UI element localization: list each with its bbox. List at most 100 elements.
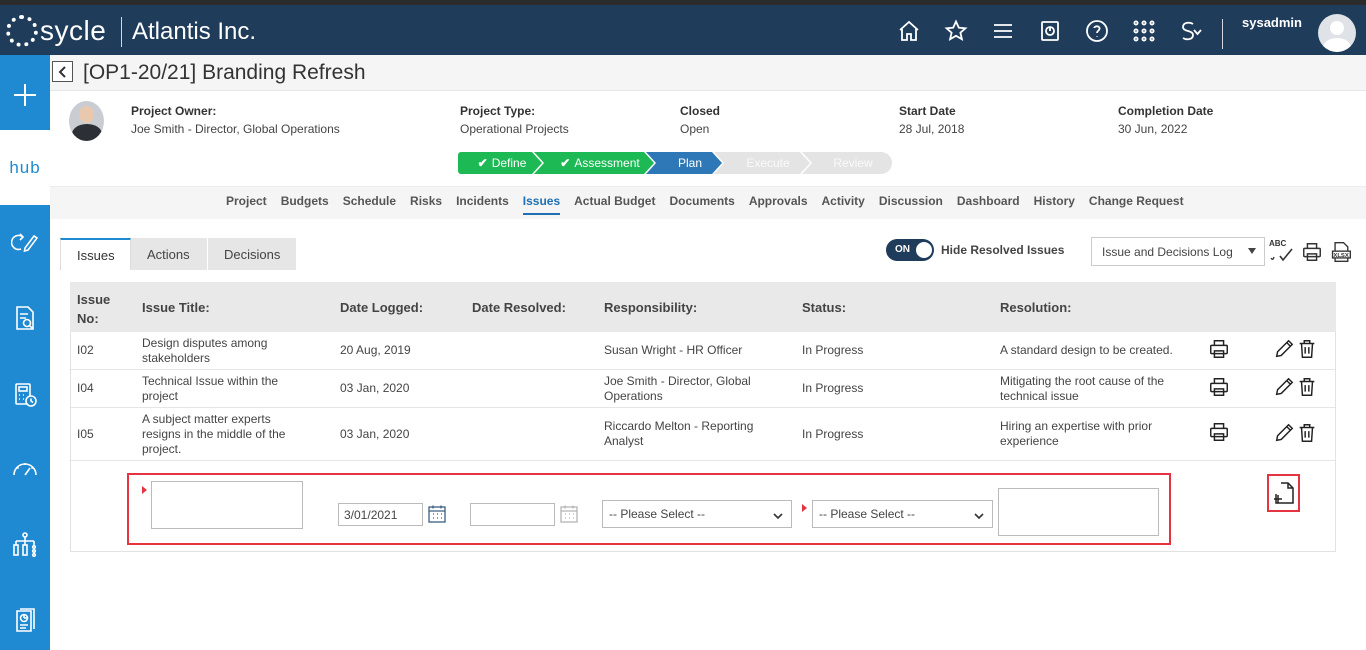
tab-issues[interactable]: Issues: [522, 194, 561, 215]
tab-incidents[interactable]: Incidents: [456, 194, 509, 215]
project-type-label: Project Type:: [460, 104, 536, 118]
stage-assessment[interactable]: ✔ Assessment: [534, 152, 654, 174]
stage-plan-label: Plan: [677, 156, 703, 170]
help-icon[interactable]: [1081, 15, 1112, 46]
tab-history[interactable]: History: [1034, 194, 1075, 215]
hierarchy-icon[interactable]: [0, 515, 50, 575]
stage-define[interactable]: ✔ Define: [458, 152, 542, 174]
report-select[interactable]: Issue and Decisions Log: [1091, 237, 1265, 266]
apps-grid-icon[interactable]: [1128, 15, 1159, 46]
print-icon[interactable]: [1208, 376, 1230, 398]
spellcheck-icon[interactable]: ABC: [1268, 239, 1294, 265]
responsibility-line: Operations: [604, 389, 663, 403]
export-xlsx-icon[interactable]: XLSX: [1328, 239, 1354, 265]
report-icon[interactable]: [0, 590, 50, 650]
edit-icon[interactable]: [1273, 338, 1295, 360]
tab-risks[interactable]: Risks: [410, 194, 442, 215]
tab-budgets[interactable]: Budgets: [281, 194, 329, 215]
delete-icon[interactable]: [1296, 338, 1318, 360]
issue-title-line: project.: [142, 442, 182, 456]
tab-schedule[interactable]: Schedule: [343, 194, 396, 215]
tab-approvals[interactable]: Approvals: [749, 194, 808, 215]
project-owner-label: Project Owner:: [131, 104, 217, 118]
new-issue-title-input[interactable]: [151, 481, 303, 529]
tab-actual-budget[interactable]: Actual Budget: [574, 194, 655, 215]
menu-icon[interactable]: [987, 15, 1018, 46]
subtab-actions[interactable]: Actions: [131, 238, 208, 270]
tab-project[interactable]: Project: [226, 194, 267, 215]
print-icon[interactable]: [1208, 421, 1230, 443]
completion-date-label: Completion Date: [1118, 104, 1214, 118]
add-icon[interactable]: [0, 65, 50, 125]
closed-value: Open: [680, 122, 710, 136]
stage-review[interactable]: Review: [802, 152, 892, 174]
project-owner-value: Joe Smith - Director, Global Operations: [131, 122, 340, 136]
tab-change-request[interactable]: Change Request: [1089, 194, 1184, 215]
header-issue-no-line1: Issue: [77, 292, 111, 307]
document-search-icon[interactable]: [0, 288, 50, 348]
delete-icon[interactable]: [1296, 422, 1318, 444]
calendar-icon[interactable]: [559, 504, 579, 524]
required-marker: [142, 486, 147, 494]
sidebar-item-hub[interactable]: hub: [0, 130, 50, 205]
calculator-clock-icon[interactable]: [0, 365, 50, 425]
header-issue-no-line2: No:: [77, 311, 99, 326]
stage-execute-label: Execute: [746, 156, 790, 170]
date-logged: 03 Jan, 2020: [340, 381, 410, 395]
language-icon[interactable]: [1175, 15, 1206, 46]
hide-resolved-toggle[interactable]: ON: [886, 239, 934, 261]
date-resolved-input[interactable]: [470, 503, 555, 526]
calendar-icon[interactable]: [427, 504, 447, 524]
issue-title-line: stakeholders: [142, 351, 211, 365]
header-divider-right: [1222, 19, 1223, 49]
issue-title-line: project: [142, 389, 179, 403]
date-logged-input[interactable]: [338, 503, 423, 526]
tab-dashboard[interactable]: Dashboard: [957, 194, 1020, 215]
header-issue-no: Issue No:: [77, 290, 110, 328]
toggle-state: ON: [895, 244, 910, 255]
header-status: Status:: [802, 300, 847, 315]
add-issue-button[interactable]: [1267, 474, 1300, 512]
gauge-icon[interactable]: [0, 440, 50, 500]
stage-plan[interactable]: Plan: [646, 152, 722, 174]
user-avatar[interactable]: [1318, 14, 1356, 52]
status: In Progress: [802, 427, 864, 441]
print-icon[interactable]: [1208, 338, 1230, 360]
status: In Progress: [802, 343, 864, 357]
completion-date-block: Completion Date 30 Jun, 2022: [1118, 104, 1213, 136]
completion-date-value: 30 Jun, 2022: [1118, 122, 1188, 136]
header-date-resolved: Date Resolved:: [472, 300, 566, 315]
header-date-logged: Date Logged:: [340, 300, 424, 315]
home-icon[interactable]: [893, 15, 924, 46]
sycle-logo[interactable]: sycle: [6, 15, 106, 47]
responsibility: Joe Smith - Director, Global Operations: [604, 374, 751, 404]
page-title: [OP1-20/21] Branding Refresh: [83, 61, 366, 84]
dashboard-icon[interactable]: [1034, 15, 1065, 46]
username[interactable]: sysadmin: [1242, 15, 1302, 30]
project-type-value: Operational Projects: [460, 122, 569, 136]
resolution-input[interactable]: [998, 488, 1159, 536]
status-select[interactable]: -- Please Select --: [812, 500, 993, 528]
stage-execute[interactable]: Execute: [714, 152, 810, 174]
edit-icon[interactable]: [1273, 376, 1295, 398]
back-button[interactable]: [52, 61, 73, 82]
star-icon[interactable]: [940, 15, 971, 46]
tab-discussion[interactable]: Discussion: [879, 194, 943, 215]
process-edit-icon[interactable]: [0, 212, 50, 272]
responsibility-line: Analyst: [604, 434, 644, 448]
toggle-knob: [916, 242, 932, 258]
header-resolution: Resolution:: [1000, 300, 1072, 315]
subtab-issues[interactable]: Issues: [60, 238, 131, 270]
tab-activity[interactable]: Activity: [822, 194, 865, 215]
issue-title-line: Design disputes among: [142, 336, 268, 350]
subtab-decisions[interactable]: Decisions: [208, 238, 297, 270]
required-marker: [802, 504, 807, 512]
print-icon[interactable]: [1299, 239, 1325, 265]
responsibility-select-value: -- Please Select --: [609, 507, 706, 521]
responsibility-select[interactable]: -- Please Select --: [602, 500, 792, 528]
edit-icon[interactable]: [1273, 422, 1295, 444]
tab-documents[interactable]: Documents: [669, 194, 734, 215]
delete-icon[interactable]: [1296, 376, 1318, 398]
issue-title-line: A subject matter experts: [142, 412, 271, 426]
closed-block: Closed Open: [680, 104, 720, 136]
